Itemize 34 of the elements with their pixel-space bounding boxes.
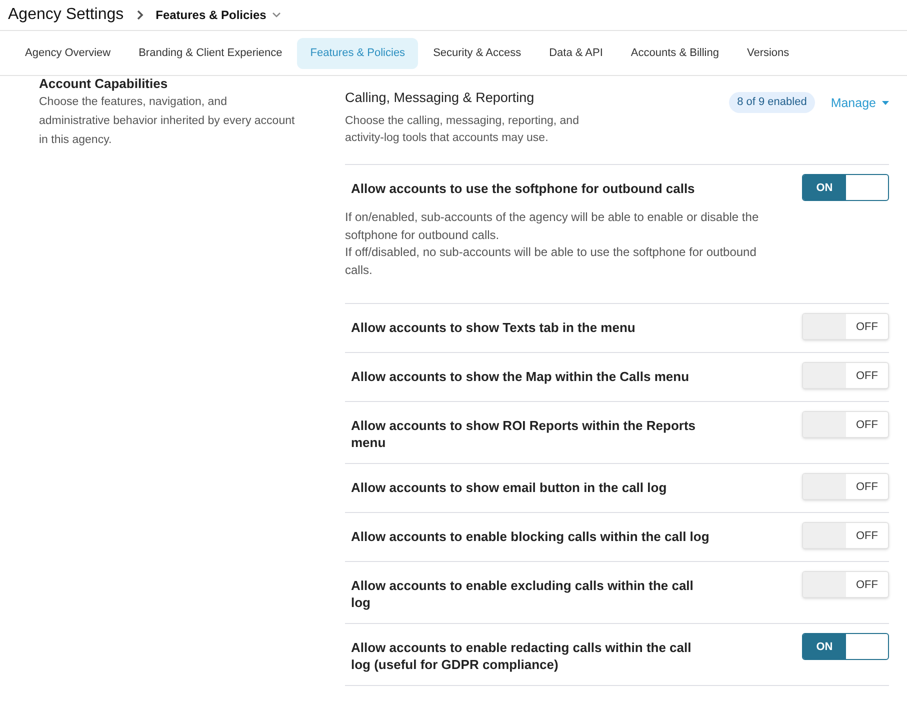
setting-label: Allow accounts to enable excluding calls within the call log [351, 577, 694, 612]
setting-label: Allow accounts to show Texts tab in the menu [351, 319, 636, 336]
setting-label: Allow accounts to enable blocking calls within the call log [351, 528, 710, 546]
caret-down-icon [882, 101, 889, 106]
toggle-switch[interactable]: OFF [802, 522, 889, 550]
nav-tab[interactable]: Security & Access [420, 38, 534, 68]
group-description: Choose the calling, messaging, reporting, and activity-log tools that accounts may use. [345, 114, 580, 146]
nav-tab[interactable]: Accounts & Billing [618, 38, 732, 68]
setting-description: If off/disabled, no sub-accounts will be able to use the softphone for outbound calls. [345, 244, 758, 279]
toggle-switch[interactable]: ON [802, 633, 889, 660]
enabled-count-badge: 8 of 9 enabled [729, 92, 815, 112]
section-heading: Account Capabilities [39, 76, 169, 91]
nav-tab[interactable]: Data & API [536, 38, 616, 68]
chevron-right-icon [136, 10, 144, 20]
nav-tab[interactable]: Versions [734, 38, 802, 68]
setting-description: If on/enabled, sub-accounts of the agency will be able to enable or disable the softphone for outbound calls. [345, 209, 760, 244]
nav-tab[interactable]: Agency Overview [12, 38, 124, 68]
setting-label: Allow accounts to use the softphone for outbound calls [351, 180, 696, 198]
toggle-switch[interactable]: OFF [802, 571, 889, 598]
chevron-down-icon [272, 12, 282, 18]
setting-label: Allow accounts to enable redacting calls within the call log (useful for GDPR compliance) [351, 639, 692, 674]
nav-tab[interactable]: Branding & Client Experience [126, 38, 296, 68]
toggle-switch[interactable]: OFF [802, 473, 889, 500]
breadcrumb-root[interactable]: Agency Settings [8, 3, 124, 27]
setting-label: Allow accounts to show the Map within the Calls menu [351, 368, 690, 386]
toggle-switch[interactable]: OFF [802, 313, 889, 340]
setting-label: Allow accounts to show email button in the call log [351, 479, 668, 496]
breadcrumb-current[interactable]: Features & Policies [156, 6, 266, 24]
toggle-switch[interactable]: ON [802, 174, 889, 202]
section-description: Choose the features, navigation, and administrative behavior inherited by every account in this agency. [39, 95, 295, 148]
group-title: Calling, Messaging & Reporting [345, 89, 536, 107]
toggle-switch[interactable]: OFF [802, 411, 889, 438]
setting-label: Allow accounts to show ROI Reports within the Reports menu [351, 417, 697, 452]
toggle-switch[interactable]: OFF [802, 362, 889, 390]
